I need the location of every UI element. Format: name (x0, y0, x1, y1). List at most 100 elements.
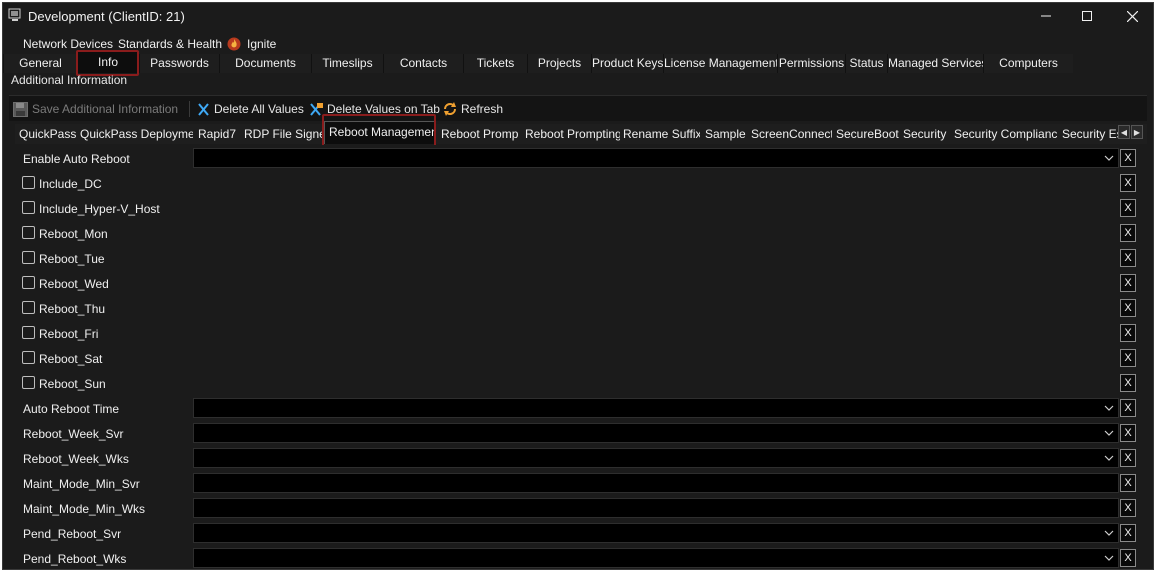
maint-mode-min-svr-input[interactable] (193, 473, 1119, 493)
subtab-sample[interactable]: Sample (701, 124, 747, 144)
delete-values-on-tab-button[interactable]: Delete Values on Tab (309, 100, 440, 118)
delete-x-icon (198, 102, 209, 116)
include-hyper-v-host-checkbox[interactable] (22, 201, 35, 214)
clear-value-button[interactable]: X (1120, 549, 1136, 567)
clear-value-button[interactable]: X (1120, 299, 1136, 317)
reboot-week-svr-dropdown[interactable] (193, 423, 1119, 443)
tab-contacts[interactable]: Contacts (383, 54, 463, 73)
subtab-security-compliance[interactable]: Security Compliance (951, 124, 1057, 144)
delete-all-values-button[interactable]: Delete All Values (197, 100, 304, 118)
checkbox-label: Include_DC (39, 177, 102, 191)
app-window-icon (8, 8, 21, 21)
delete-all-label: Delete All Values (214, 102, 304, 116)
field-row-reboot-wed: Reboot_Wed X (15, 271, 1147, 296)
reboot-wed-checkbox[interactable] (22, 276, 35, 289)
subtab-reboot-prompt[interactable]: Reboot Prompt (438, 124, 518, 144)
field-row-reboot-thu: Reboot_Thu X (15, 296, 1147, 321)
reboot-thu-checkbox[interactable] (22, 301, 35, 314)
enable-auto-reboot-dropdown[interactable] (193, 148, 1119, 168)
clear-value-button[interactable]: X (1120, 149, 1136, 167)
clear-value-button[interactable]: X (1120, 274, 1136, 292)
subtab-label: Reboot Prompting (525, 127, 620, 141)
reboot-week-wks-dropdown[interactable] (193, 448, 1119, 468)
field-row-reboot-mon: Reboot_Mon X (15, 221, 1147, 246)
clear-value-button[interactable]: X (1120, 499, 1136, 517)
field-row-enable-auto-reboot: Enable Auto Reboot X (15, 146, 1147, 171)
clear-value-button[interactable]: X (1120, 324, 1136, 342)
checkbox-label: Reboot_Wed (39, 277, 109, 291)
subtab-screenconnect[interactable]: ScreenConnect (748, 124, 832, 144)
tab-license-management[interactable]: License Management (663, 54, 779, 73)
window-title: Development (ClientID: 21) (28, 9, 185, 24)
reboot-sat-checkbox[interactable] (22, 351, 35, 364)
pend-reboot-wks-dropdown[interactable] (193, 548, 1119, 568)
tab-tickets[interactable]: Tickets (463, 54, 527, 73)
reboot-mon-checkbox[interactable] (22, 226, 35, 239)
auto-reboot-time-dropdown[interactable] (193, 398, 1119, 418)
field-row-reboot-sun: Reboot_Sun X (15, 371, 1147, 396)
subtab-label: Reboot Management (329, 125, 436, 139)
checkbox-label: Reboot_Sat (39, 352, 103, 366)
field-row-reboot-sat: Reboot_Sat X (15, 346, 1147, 371)
tab-timeslips[interactable]: Timeslips (311, 54, 383, 73)
clear-value-button[interactable]: X (1120, 424, 1136, 442)
clear-value-button[interactable]: X (1120, 524, 1136, 542)
maint-mode-min-wks-input[interactable] (193, 498, 1119, 518)
clear-value-button[interactable]: X (1120, 224, 1136, 242)
clear-value-button[interactable]: X (1120, 174, 1136, 192)
tab-product-keys[interactable]: Product Keys (591, 54, 663, 73)
tab-passwords[interactable]: Passwords (139, 54, 219, 73)
chevron-down-icon (1104, 555, 1114, 561)
close-button[interactable] (1109, 3, 1153, 29)
field-row-auto-reboot-time: Auto Reboot Time X (15, 396, 1147, 421)
tabs-scroll-right-button[interactable]: ▶ (1131, 125, 1143, 139)
reboot-fri-checkbox[interactable] (22, 326, 35, 339)
field-label: Maint_Mode_Min_Wks (23, 502, 146, 516)
tab-label: Product Keys (592, 56, 664, 70)
subtab-quickpass[interactable]: QuickPass (15, 124, 77, 144)
tab-computers[interactable]: Computers (983, 54, 1073, 73)
subtab-rdp-file-signer[interactable]: RDP File Signer (241, 124, 323, 144)
subtab-security[interactable]: Security (900, 124, 950, 144)
subtab-security-es[interactable]: Security Es (1059, 124, 1125, 144)
subtab-rename-suffix[interactable]: Rename Suffix (620, 124, 700, 144)
tab-ignite[interactable]: Ignite (225, 35, 283, 54)
tab-info[interactable]: Info (77, 51, 139, 73)
tabs-scroll-left-button[interactable]: ◀ (1118, 125, 1130, 139)
save-additional-info-button[interactable]: Save Additional Information (13, 100, 178, 118)
clear-value-button[interactable]: X (1120, 349, 1136, 367)
subtab-reboot-management[interactable]: Reboot Management (324, 121, 436, 144)
ignite-icon (227, 37, 241, 51)
clear-value-button[interactable]: X (1120, 399, 1136, 417)
tab-managed-services[interactable]: Managed Services (887, 54, 987, 73)
subtab-rapid7[interactable]: Rapid7 (195, 124, 241, 144)
refresh-label: Refresh (461, 102, 504, 116)
minimize-button[interactable] (1023, 3, 1069, 29)
subtab-label: SecureBoot (836, 127, 899, 141)
tab-projects[interactable]: Projects (527, 54, 591, 73)
include-dc-checkbox[interactable] (22, 176, 35, 189)
tab-label: Timeslips (322, 56, 373, 70)
reboot-sun-checkbox[interactable] (22, 376, 35, 389)
subtab-quickpass-deployment[interactable]: QuickPass Deployment (77, 124, 193, 144)
clear-value-button[interactable]: X (1120, 474, 1136, 492)
subtab-reboot-prompting[interactable]: Reboot Prompting (522, 124, 620, 144)
clear-value-button[interactable]: X (1120, 374, 1136, 392)
field-label: Maint_Mode_Min_Svr (23, 477, 140, 491)
clear-value-button[interactable]: X (1120, 249, 1136, 267)
chevron-down-icon (1104, 530, 1114, 536)
tab-label: Managed Services (888, 56, 988, 70)
tab-documents[interactable]: Documents (219, 54, 311, 73)
subtab-secureboot[interactable]: SecureBoot (833, 124, 899, 144)
maximize-button[interactable] (1064, 3, 1110, 29)
tab-permissions[interactable]: Permissions (777, 54, 845, 73)
clear-value-button[interactable]: X (1120, 199, 1136, 217)
tab-general[interactable]: General (3, 54, 77, 73)
refresh-button[interactable]: Refresh (443, 100, 503, 118)
field-row-reboot-tue: Reboot_Tue X (15, 246, 1147, 271)
tab-label: Documents (235, 56, 296, 70)
pend-reboot-svr-dropdown[interactable] (193, 523, 1119, 543)
reboot-tue-checkbox[interactable] (22, 251, 35, 264)
clear-value-button[interactable]: X (1120, 449, 1136, 467)
tab-status[interactable]: Status (845, 54, 887, 73)
